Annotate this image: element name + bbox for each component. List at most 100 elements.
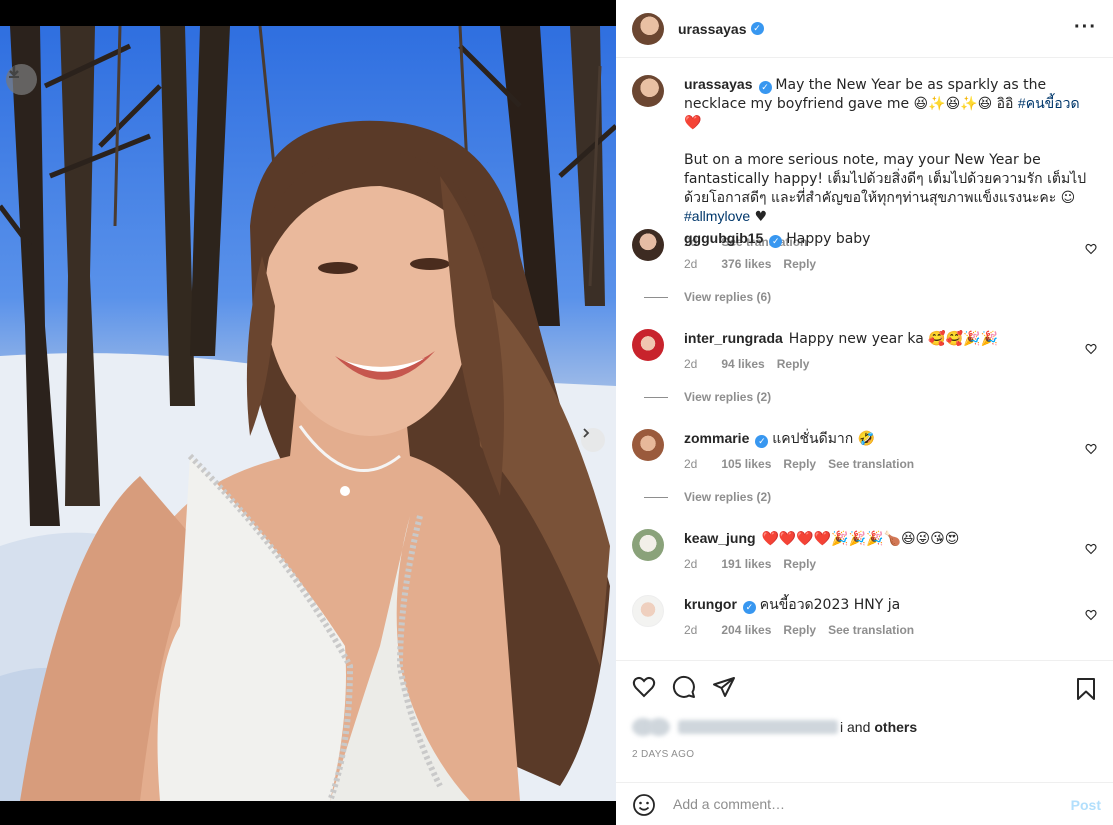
photo-illustration [0,26,616,801]
emoji-icon[interactable] [632,793,656,817]
hashtag-link[interactable]: #allmylove [684,208,750,224]
comment-username[interactable]: krungor [684,596,737,612]
verified-badge-icon: ✓ [742,601,756,614]
author-username[interactable]: urassayas [678,21,747,37]
comment-text: แคปชั่นดีมาก 🤣 [772,431,876,447]
more-options-icon[interactable]: ··· [1074,17,1097,37]
comment-meta: 2d 191 likes Reply [684,555,1065,573]
comment-likes[interactable]: 191 likes [721,557,771,571]
download-button[interactable] [6,64,37,95]
view-replies-button[interactable]: View replies (2) [684,490,771,504]
reply-button[interactable]: Reply [783,457,816,471]
comment-like-heart-icon[interactable] [1085,443,1097,455]
comment-item: krungor ✓ คนขี้อวด2023 HNY ja 2d 204 likes… [632,595,1097,655]
comment-likes[interactable]: 105 likes [721,457,771,471]
post-timestamp[interactable]: 2 DAYS AGO [632,749,694,760]
caption-username[interactable]: urassayas [684,76,753,92]
photo-pane [0,0,616,825]
comment-time: 2d [684,457,698,471]
see-translation-link[interactable]: See translation [828,457,914,471]
caption-text-2: But on a more serious note, may your New… [684,150,1097,226]
comment-composer: Post [616,782,1113,825]
caption-line-2: But on a more serious note, may your New… [684,152,1087,206]
comment-avatar[interactable] [632,229,664,261]
post-photo[interactable] [0,26,616,801]
reply-button[interactable]: Reply [783,257,816,271]
comment-body: inter_rungrada Happy new year ka 🥰🥰🎉🎉 2d… [684,329,1065,373]
likes-and-text: i and [840,719,871,735]
reply-button[interactable]: Reply [783,557,816,571]
post-comment-button[interactable]: Post [1071,797,1101,813]
comment-time: 2d [684,257,698,271]
comment-text: คนขี้อวด2023 HNY ja [759,597,901,613]
action-icons [632,675,736,699]
comment-likes[interactable]: 376 likes [721,257,771,271]
comment-username[interactable]: keaw_jung [684,530,756,546]
comment-time: 2d [684,623,698,637]
see-translation-link[interactable]: See translation [828,623,914,637]
comment-item: inter_rungrada Happy new year ka 🥰🥰🎉🎉 2d… [632,329,1097,389]
reply-button[interactable]: Reply [783,623,816,637]
comment-time: 2d [684,557,698,571]
caption-line-2-suffix: ♥ [750,209,768,225]
comment-body: keaw_jung ❤️❤️❤️❤️🎉🎉🎉🍗😆😜😘😍 2d 191 likes Re… [684,529,1065,573]
next-photo-button[interactable] [581,428,605,452]
caption-avatar[interactable] [632,75,664,107]
view-replies-button[interactable]: View replies (2) [684,390,771,404]
comment-avatar[interactable] [632,329,664,361]
comment-avatar[interactable] [632,595,664,627]
verified-badge-icon: ✓ [755,435,769,448]
likes-others-link[interactable]: others [874,719,917,735]
comment-text: ❤️❤️❤️❤️🎉🎉🎉🍗😆😜😘😍 [761,531,960,547]
comment-username[interactable]: inter_rungrada [684,330,783,346]
verified-badge-icon: ✓ [750,22,764,35]
download-icon [9,66,19,78]
likes-summary[interactable]: i and others [632,718,917,736]
chevron-right-icon [583,428,590,438]
comments-scroll-area[interactable]: urassayas ✓ May the New Year be as sparkl… [616,59,1113,660]
comment-meta: 2d 105 likes Reply See translation [684,455,1065,473]
post-actions: i and others 2 DAYS AGO [616,660,1113,770]
hashtag-link[interactable]: #คนขี้อวด [1018,95,1080,111]
comment-input[interactable] [673,792,1033,816]
comment-item: gggubgib15 ✓ Happy baby 2d 376 likes Reply [632,229,1097,289]
comment-body: gggubgib15 ✓ Happy baby 2d 376 likes Reply [684,229,1065,273]
heart-icon[interactable] [632,675,656,699]
bookmark-icon[interactable] [1075,677,1097,701]
comment-username[interactable]: zommarie [684,430,749,446]
post-header: urassayas ✓ ··· [616,0,1113,58]
comment-avatar[interactable] [632,429,664,461]
comment-username[interactable]: gggubgib15 [684,230,763,246]
comment-item: keaw_jung ❤️❤️❤️❤️🎉🎉🎉🍗😆😜😘😍 2d 191 likes Re… [632,529,1097,589]
author-avatar[interactable] [632,12,664,45]
post-details-panel: urassayas ✓ ··· urassayas ✓ May the New Y… [616,0,1113,825]
verified-badge-icon: ✓ [769,235,783,248]
comment-like-heart-icon[interactable] [1085,243,1097,255]
caption-line-1-suffix: ❤️ [684,115,702,131]
instagram-post-modal: urassayas ✓ ··· urassayas ✓ May the New Y… [0,0,1113,825]
comment-like-heart-icon[interactable] [1085,609,1097,621]
comment-likes[interactable]: 204 likes [721,623,771,637]
comment-like-heart-icon[interactable] [1085,543,1097,555]
comment-body: zommarie ✓ แคปชั่นดีมาก 🤣 2d 105 likes Repl… [684,429,1065,473]
reply-button[interactable]: Reply [777,357,810,371]
comment-meta: 2d 94 likes Reply [684,355,1065,373]
comment-body: krungor ✓ คนขี้อวด2023 HNY ja 2d 204 likes… [684,595,1065,639]
comment-meta: 2d 204 likes Reply See translation [684,621,1065,639]
post-caption: urassayas ✓ May the New Year be as sparkl… [632,75,1097,249]
comment-like-heart-icon[interactable] [1085,343,1097,355]
comment-avatar[interactable] [632,529,664,561]
comment-item: zommarie ✓ แคปชั่นดีมาก 🤣 2d 105 likes Repl… [632,429,1097,489]
comment-time: 2d [684,357,698,371]
view-replies-button[interactable]: View replies (6) [684,290,771,304]
caption-body: urassayas ✓ May the New Year be as sparkl… [684,75,1097,251]
verified-badge-icon: ✓ [758,81,772,94]
comment-text: Happy new year ka 🥰🥰🎉🎉 [788,331,999,347]
share-icon[interactable] [712,675,736,699]
liked-by-blurred [678,720,838,734]
comment-icon[interactable] [672,675,696,699]
caption-text-1: urassayas ✓ May the New Year be as sparkl… [684,75,1097,132]
comment-meta: 2d 376 likes Reply [684,255,1065,273]
comment-likes[interactable]: 94 likes [721,357,764,371]
liker-avatar [648,718,670,736]
